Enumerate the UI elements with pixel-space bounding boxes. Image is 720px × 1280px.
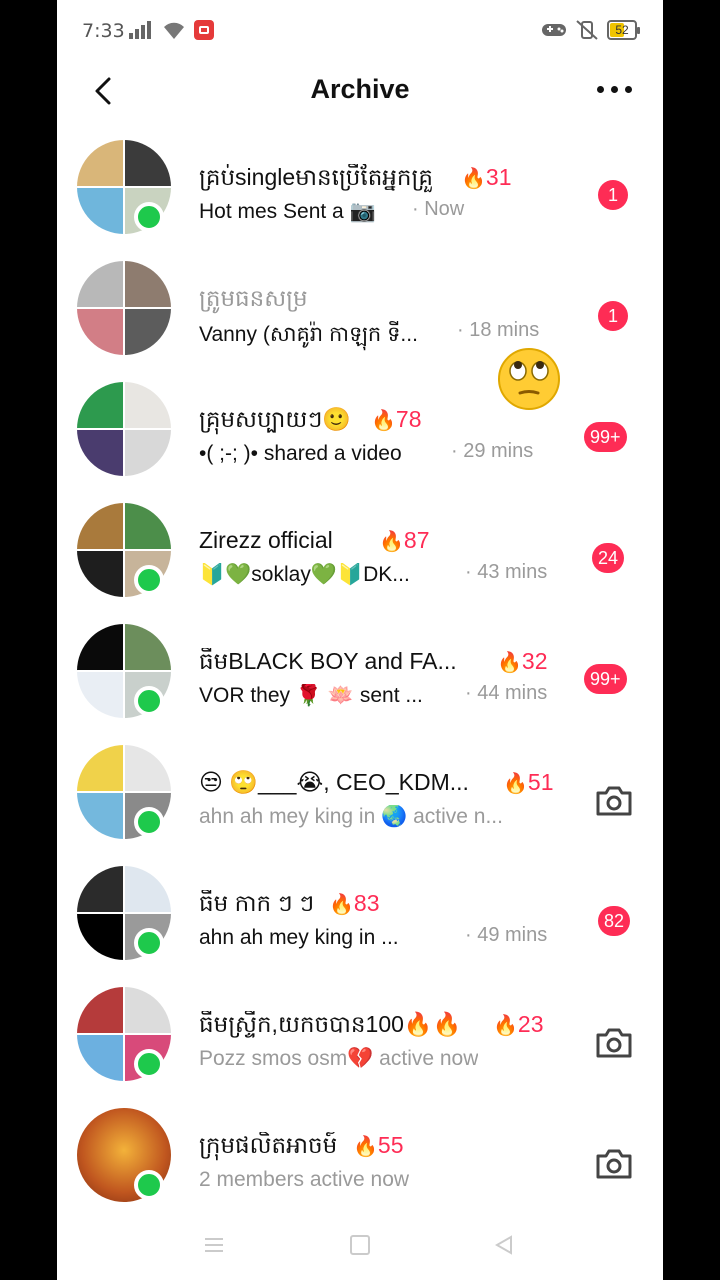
eye-roll-emoji-sticker bbox=[496, 346, 562, 412]
streak-count: 🔥55 bbox=[353, 1132, 404, 1158]
streak-count: 🔥31 bbox=[461, 164, 512, 190]
chat-row[interactable]: គ្រប់singleមានប្រើតែអ្នកគ្រួ 🔥31 Hot mes… bbox=[57, 130, 663, 251]
chat-preview: •( ;-; )• shared a video bbox=[199, 442, 402, 465]
gamepad-icon bbox=[542, 24, 566, 36]
chat-row[interactable]: ត្រូមធនសម្រ Vanny (សាគូរ៉ា កាឡុក ទី... ·… bbox=[57, 251, 663, 372]
online-indicator bbox=[134, 686, 164, 716]
menu-nav-icon[interactable] bbox=[203, 1234, 225, 1256]
chat-row[interactable]: គ្រុមសប្បាយៗ🙂 🔥78 •( ;-; )• shared a vid… bbox=[57, 372, 663, 493]
chat-name: គ្រុមសប្បាយៗ🙂 bbox=[199, 406, 352, 432]
more-options-button[interactable] bbox=[597, 86, 633, 96]
header: Archive bbox=[57, 60, 663, 122]
fire-icon: 🔥 bbox=[353, 1136, 378, 1158]
battery-level: 52 bbox=[615, 23, 629, 37]
system-nav-bar bbox=[57, 1220, 663, 1280]
group-avatar bbox=[77, 261, 171, 355]
chat-preview: Vanny (សាគូរ៉ា កាឡុក ទី... bbox=[199, 323, 418, 346]
unread-badge: 82 bbox=[598, 906, 631, 936]
chat-time: · Now bbox=[412, 198, 465, 220]
signal-icon bbox=[129, 21, 151, 39]
fire-icon: 🔥 bbox=[503, 773, 528, 795]
chat-time: · 29 mins bbox=[451, 440, 534, 462]
chat-name: ត្រូមធនសម្រ bbox=[199, 285, 308, 311]
camera-button[interactable] bbox=[594, 783, 634, 819]
chat-time: · 44 mins bbox=[465, 682, 548, 704]
home-nav-icon[interactable] bbox=[349, 1234, 371, 1256]
chat-row[interactable]: Zirezz official 🔥87 🔰💚soklay💚🔰DK... · 43… bbox=[57, 493, 663, 614]
streak-count: 🔥78 bbox=[371, 406, 422, 432]
chat-name: ធីមស្ទ្រីក,យកចបាន100🔥🔥 bbox=[199, 1011, 462, 1037]
unread-badge: 1 bbox=[598, 301, 628, 331]
unread-badge: 99+ bbox=[584, 664, 627, 694]
chat-time: · 18 mins bbox=[457, 319, 540, 341]
chat-preview: VOR they 🌹 🪷 sent ... bbox=[199, 684, 423, 707]
chat-preview: 🔰💚soklay💚🔰DK... bbox=[199, 563, 410, 586]
archive-screen: 7:33 52 Archive គ្រប់singleមានប្រើតែអ្នក… bbox=[57, 0, 663, 1280]
chat-preview: Pozz smos osm💔 active now bbox=[199, 1047, 479, 1070]
online-indicator bbox=[134, 807, 164, 837]
chat-name: ធីមBLACK BOY and FA... bbox=[199, 648, 457, 674]
streak-count: 🔥87 bbox=[379, 527, 430, 553]
online-indicator bbox=[134, 1170, 164, 1200]
online-indicator bbox=[134, 1049, 164, 1079]
streak-count: 🔥23 bbox=[493, 1011, 544, 1037]
unread-badge: 99+ bbox=[584, 422, 627, 452]
camera-button[interactable] bbox=[594, 1025, 634, 1061]
chat-name: 😒 🙄___😭, CEO_KDM... bbox=[199, 769, 469, 795]
chat-row[interactable]: 😒 🙄___😭, CEO_KDM... 🔥51 ahn ah mey king … bbox=[57, 735, 663, 856]
chat-preview: Hot mes Sent a 📷 bbox=[199, 200, 376, 223]
chat-name: ធីម កាក ៗ ៗ bbox=[199, 890, 315, 916]
group-avatar bbox=[77, 382, 171, 476]
chat-row[interactable]: ធីមBLACK BOY and FA... 🔥32 VOR they 🌹 🪷 … bbox=[57, 614, 663, 735]
chat-row[interactable]: ធីម កាក ៗ ៗ 🔥83 ahn ah mey king in ... ·… bbox=[57, 856, 663, 977]
chat-row[interactable]: ក្រុមផលិតអាចម៍ 🔥55 2 members active now bbox=[57, 1098, 663, 1219]
status-bar: 7:33 52 bbox=[57, 0, 663, 60]
camera-button[interactable] bbox=[594, 1146, 634, 1182]
fire-icon: 🔥 bbox=[461, 168, 486, 190]
chat-preview: ahn ah mey king in ... bbox=[199, 926, 399, 949]
chat-time: · 43 mins bbox=[465, 561, 548, 583]
chat-preview: 2 members active now bbox=[199, 1168, 410, 1191]
online-indicator bbox=[134, 565, 164, 595]
streak-count: 🔥83 bbox=[329, 890, 380, 916]
status-time: 7:33 bbox=[82, 20, 125, 42]
chat-row[interactable]: ធីមស្ទ្រីក,យកចបាន100🔥🔥 🔥23 Pozz smos osm… bbox=[57, 977, 663, 1098]
page-title: Archive bbox=[310, 74, 410, 104]
online-indicator bbox=[134, 928, 164, 958]
battery-indicator: 52 bbox=[607, 20, 640, 40]
chat-name: ក្រុមផលិតអាចម៍ bbox=[199, 1132, 338, 1158]
chat-preview: ahn ah mey king in 🌏 active n... bbox=[199, 805, 503, 828]
wifi-icon bbox=[164, 22, 184, 39]
chat-name: គ្រប់singleមានប្រើតែអ្នកគ្រួ bbox=[199, 164, 433, 190]
fire-icon: 🔥 bbox=[379, 531, 404, 553]
online-indicator bbox=[134, 202, 164, 232]
chat-time: · 49 mins bbox=[465, 924, 548, 946]
fire-icon: 🔥 bbox=[329, 894, 354, 916]
streak-count: 🔥32 bbox=[497, 648, 548, 674]
screen-record-icon bbox=[194, 20, 214, 40]
unread-badge: 24 bbox=[592, 543, 625, 573]
fire-icon: 🔥 bbox=[371, 410, 396, 432]
unread-badge: 1 bbox=[598, 180, 628, 210]
fire-icon: 🔥 bbox=[497, 652, 522, 674]
streak-count: 🔥51 bbox=[503, 769, 554, 795]
fire-icon: 🔥 bbox=[493, 1015, 518, 1037]
back-nav-icon[interactable] bbox=[493, 1234, 515, 1256]
chat-name: Zirezz official bbox=[199, 527, 333, 553]
vibrate-off-icon bbox=[576, 20, 598, 40]
